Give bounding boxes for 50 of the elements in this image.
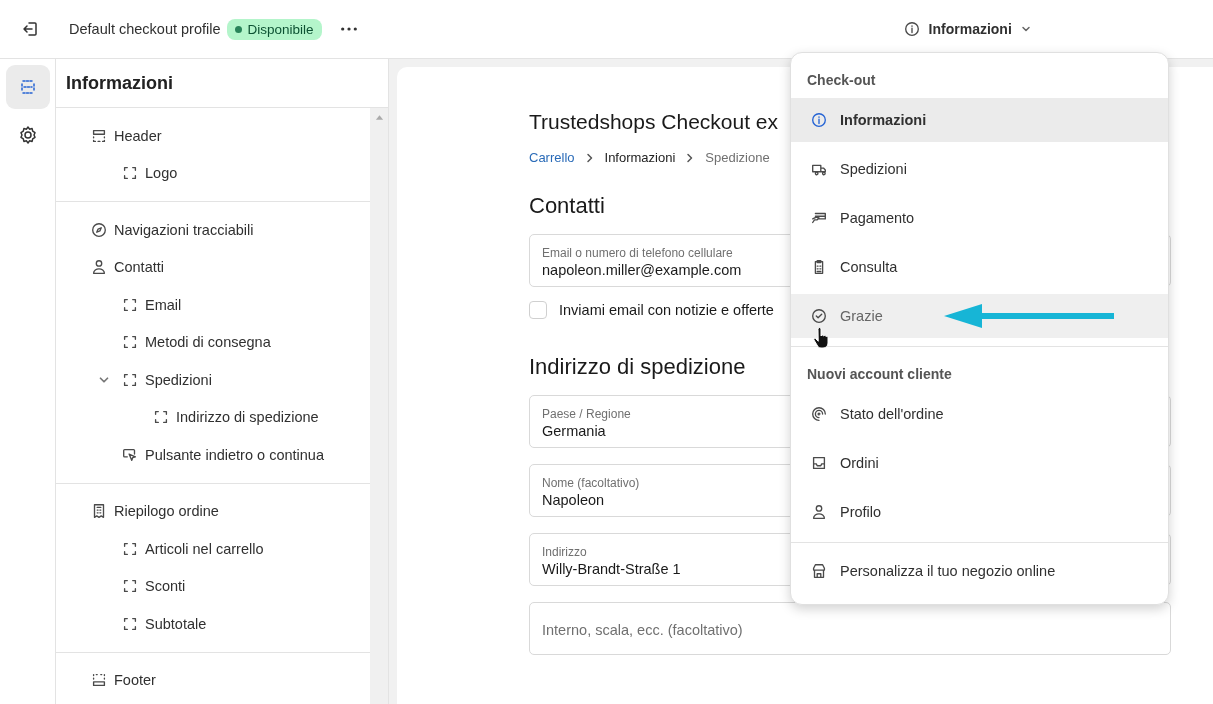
menu-item[interactable]: Consulta (791, 245, 1168, 289)
spiral-icon (810, 405, 828, 423)
scrollbar[interactable] (370, 108, 388, 704)
tree-item[interactable]: Navigazioni tracciabili (56, 211, 370, 249)
checkbox-label: Inviami email con notizie e offerte (559, 302, 774, 318)
menu-item[interactable]: Spedizioni (791, 147, 1168, 191)
tree-item[interactable]: Spedizioni (56, 361, 370, 399)
status-badge: Disponibile (226, 18, 322, 40)
info-icon (902, 20, 921, 38)
section-heading: Contatti (529, 193, 605, 219)
menu-item[interactable]: Stato dell'ordine (791, 392, 1168, 436)
tree-item[interactable]: Riepilogo ordine (56, 492, 370, 530)
tree-item[interactable]: Metodi di consegna (56, 323, 370, 361)
menu-heading: Nuovi account cliente (806, 365, 953, 384)
breadcrumb-link[interactable]: Carrello (529, 150, 575, 165)
tree-item[interactable]: Header (56, 117, 370, 155)
tree-item[interactable]: Footer (56, 661, 370, 699)
sections-button[interactable] (5, 65, 50, 109)
menu-item[interactable]: Profilo (791, 490, 1168, 534)
checkbox[interactable] (529, 301, 547, 319)
inbox-icon (810, 454, 828, 472)
tree-item[interactable]: Email (56, 286, 370, 324)
exit-icon[interactable] (20, 19, 40, 39)
tree-item[interactable]: Pulsante indietro o continua (56, 436, 370, 474)
section-heading: Indirizzo di spedizione (529, 354, 746, 380)
page-selector[interactable]: Informazioni (900, 16, 1034, 42)
hand-cursor-icon (813, 327, 829, 349)
breadcrumb-item: Spedizione (705, 150, 770, 165)
profile-title: Default checkout profile (69, 21, 221, 37)
gear-icon (17, 125, 38, 145)
sidebar-title: Informazioni (66, 72, 173, 94)
person-icon (810, 503, 828, 521)
person-icon (90, 258, 108, 277)
info-icon (810, 111, 828, 129)
compass-icon (90, 220, 108, 239)
tree-item[interactable]: Articoli nel carrello (56, 530, 370, 568)
more-icon[interactable] (339, 26, 358, 32)
tree-item[interactable]: Logo (56, 154, 370, 192)
tree-item[interactable]: Contatti (56, 248, 370, 286)
shop-title: Trustedshops Checkout ex (529, 110, 779, 134)
tree-item[interactable]: Subtotale (56, 605, 370, 643)
tree-item[interactable]: Indirizzo di spedizione (56, 398, 370, 436)
store-icon (810, 562, 828, 580)
breadcrumb-item: Informazioni (604, 150, 676, 165)
menu-heading: Check-out (806, 71, 877, 90)
menu-item[interactable]: Personalizza il tuo negozio online (791, 549, 1168, 593)
menu-item[interactable]: Informazioni (791, 98, 1168, 142)
menu-item[interactable]: Ordini (791, 441, 1168, 485)
tree-item[interactable]: Sconti (56, 567, 370, 605)
menu-item[interactable]: Pagamento (791, 196, 1168, 240)
